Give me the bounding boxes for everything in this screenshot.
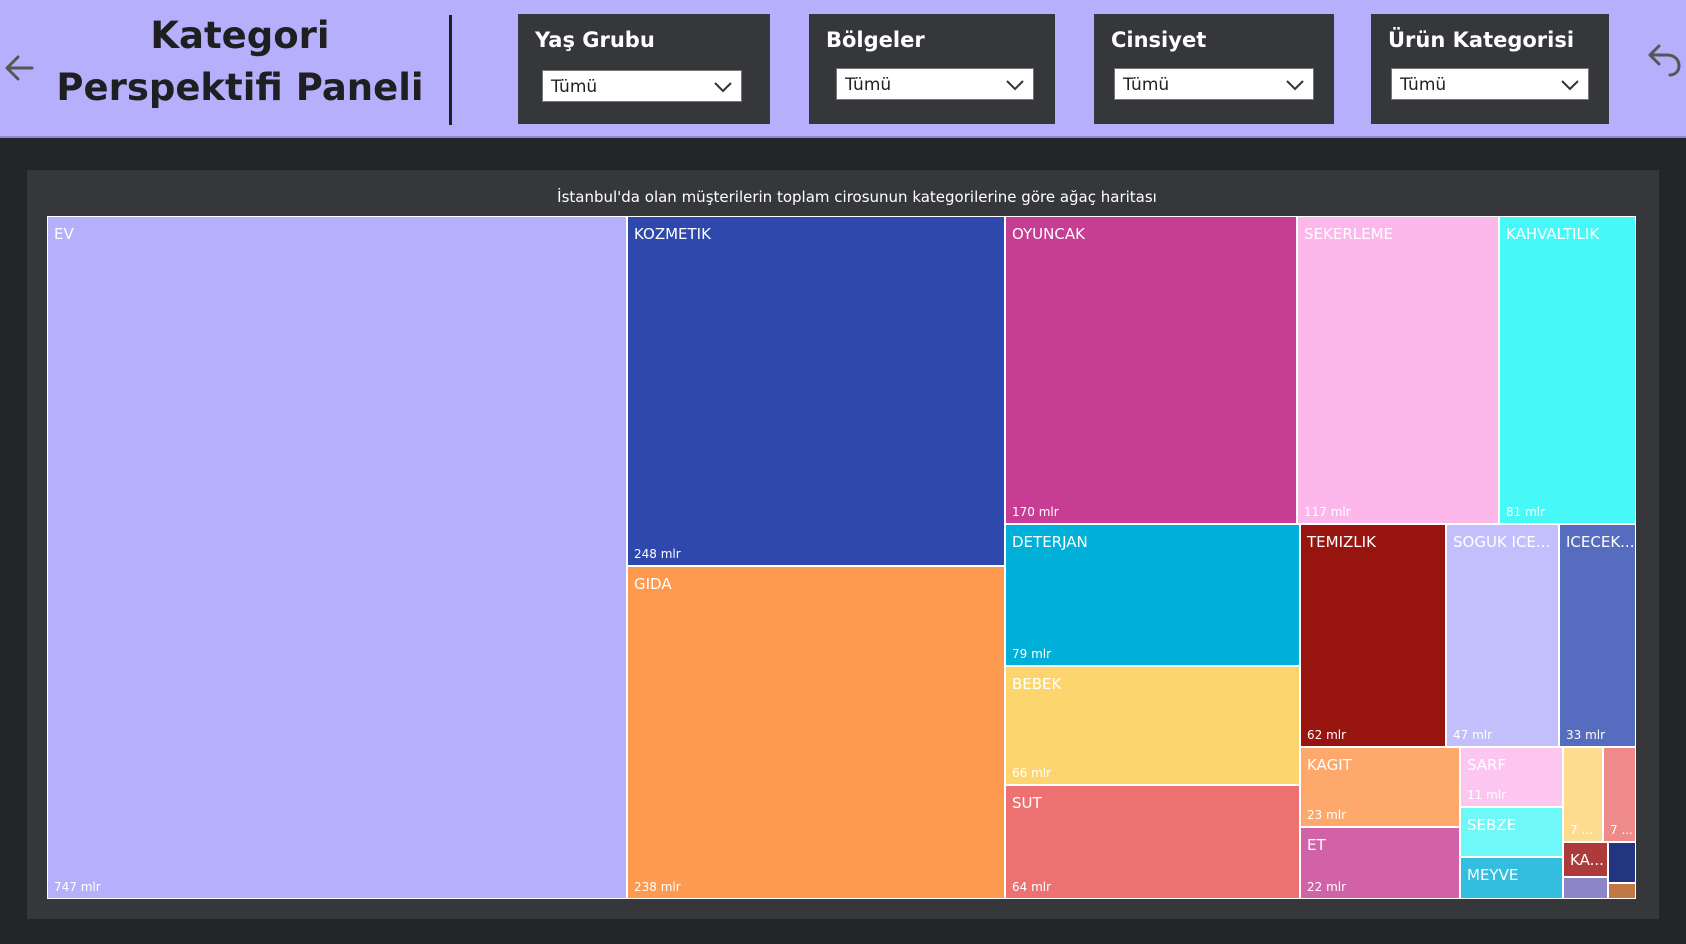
filter-age-group-value: Tümü: [551, 77, 598, 97]
filter-gender-value: Tümü: [1123, 75, 1170, 95]
filter-gender: Cinsiyet Tümü: [1094, 14, 1334, 124]
tile-label: SARF: [1467, 756, 1507, 774]
treemap-tile[interactable]: BEBEK 66 mlr: [1005, 666, 1300, 785]
tile-label: KA...: [1570, 851, 1604, 869]
chevron-down-icon: [1006, 80, 1024, 91]
treemap-tile[interactable]: [1608, 883, 1636, 899]
filter-age-group: Yaş Grubu Tümü: [518, 14, 770, 124]
tile-label: GIDA: [634, 575, 672, 593]
undo-button[interactable]: [1645, 40, 1683, 80]
filter-regions: Bölgeler Tümü: [809, 14, 1055, 124]
filter-product-category-label: Ürün Kategorisi: [1388, 28, 1575, 52]
tile-label: SEBZE: [1467, 816, 1517, 834]
treemap-tile[interactable]: GIDA 238 mlr: [627, 566, 1005, 899]
treemap-tile[interactable]: SARF 11 mlr: [1460, 747, 1563, 807]
tile-value-label: 747 mlr: [54, 880, 101, 894]
tile-value-label: 62 mlr: [1307, 728, 1347, 742]
filter-regions-value: Tümü: [845, 75, 892, 95]
page-title: Kategori Perspektifi Paneli: [56, 14, 424, 109]
chevron-down-icon: [1561, 80, 1579, 91]
tile-value-label: 64 mlr: [1012, 880, 1052, 894]
tile-value-label: 11 mlr: [1467, 788, 1507, 802]
treemap-tile[interactable]: KA...: [1563, 842, 1608, 877]
filter-age-group-select[interactable]: Tümü: [542, 70, 742, 102]
treemap-tile[interactable]: SUT 64 mlr: [1005, 785, 1300, 899]
tile-value-label: 248 mlr: [634, 547, 681, 561]
treemap-tile[interactable]: KAHVALTILIK 81 mlr: [1499, 216, 1636, 524]
tile-value-label: 22 mlr: [1307, 880, 1347, 894]
treemap-tile[interactable]: EV 747 mlr: [47, 216, 627, 899]
tile-label: MEYVE: [1467, 866, 1519, 884]
back-button[interactable]: [2, 48, 38, 88]
tile-value-label: 81 mlr: [1506, 505, 1546, 519]
treemap-tile[interactable]: MEYVE: [1460, 857, 1563, 899]
treemap-tile[interactable]: TEMIZLIK 62 mlr: [1300, 524, 1446, 747]
tile-label: SOGUK ICE...: [1453, 533, 1551, 551]
tile-label: ICECEK...: [1566, 533, 1635, 551]
tile-label: SEKERLEME: [1304, 225, 1393, 243]
chevron-down-icon: [714, 82, 732, 93]
filter-product-category-select[interactable]: Tümü: [1391, 68, 1589, 100]
tile-value-label: 23 mlr: [1307, 808, 1347, 822]
filter-regions-select[interactable]: Tümü: [836, 68, 1034, 100]
filter-product-category-value: Tümü: [1400, 75, 1447, 95]
treemap-tile[interactable]: KAGIT 23 mlr: [1300, 747, 1460, 827]
treemap-tile[interactable]: ET 22 mlr: [1300, 827, 1460, 899]
treemap-tile[interactable]: [1563, 877, 1608, 899]
tile-label: KAGIT: [1307, 756, 1352, 774]
filter-gender-label: Cinsiyet: [1111, 28, 1207, 52]
filter-age-group-label: Yaş Grubu: [535, 28, 655, 52]
tile-value-label: 47 mlr: [1453, 728, 1493, 742]
title-divider: [449, 15, 452, 125]
treemap-tile[interactable]: KOZMETIK 248 mlr: [627, 216, 1005, 566]
treemap-tile[interactable]: [1608, 842, 1636, 883]
arrow-left-icon: [5, 55, 34, 81]
tile-value-label: 79 mlr: [1012, 647, 1052, 661]
tile-value-label: 33 mlr: [1566, 728, 1606, 742]
tile-label: BEBEK: [1012, 675, 1062, 693]
tile-value-label: 170 mlr: [1012, 505, 1059, 519]
tile-label: TEMIZLIK: [1307, 533, 1376, 551]
undo-arrow-icon: [1648, 44, 1681, 77]
treemap-tile[interactable]: 7 ...: [1603, 747, 1636, 842]
treemap-chart: EV 747 mlr KOZMETIK 248 mlr GIDA 238 mlr OYUNC…: [47, 216, 1636, 899]
treemap-tile[interactable]: 7 ...: [1563, 747, 1603, 842]
tile-label: KAHVALTILIK: [1506, 225, 1600, 243]
tile-value-label: 7 ...: [1610, 823, 1633, 837]
treemap-tile[interactable]: OYUNCAK 170 mlr: [1005, 216, 1297, 524]
tile-label: SUT: [1012, 794, 1042, 812]
treemap-tile[interactable]: SEBZE: [1460, 807, 1563, 857]
treemap-tile[interactable]: DETERJAN 79 mlr: [1005, 524, 1300, 666]
treemap-tile[interactable]: ICECEK... 33 mlr: [1559, 524, 1636, 747]
chart-title: İstanbul'da olan müşterilerin toplam cir…: [557, 188, 1157, 206]
tile-value-label: 66 mlr: [1012, 766, 1052, 780]
chevron-down-icon: [1286, 80, 1304, 91]
filter-regions-label: Bölgeler: [826, 28, 925, 52]
tile-value-label: 7 ...: [1570, 823, 1593, 837]
treemap-tile[interactable]: SOGUK ICE... 47 mlr: [1446, 524, 1559, 747]
filter-product-category: Ürün Kategorisi Tümü: [1371, 14, 1609, 124]
filter-gender-select[interactable]: Tümü: [1114, 68, 1314, 100]
header-bar: Kategori Perspektifi Paneli Yaş Grubu Tü…: [0, 0, 1686, 138]
tile-label: ET: [1307, 836, 1326, 854]
tile-label: EV: [54, 225, 74, 243]
tile-value-label: 117 mlr: [1304, 505, 1351, 519]
tile-label: DETERJAN: [1012, 533, 1088, 551]
treemap-tile[interactable]: SEKERLEME 117 mlr: [1297, 216, 1499, 524]
tile-label: KOZMETIK: [634, 225, 711, 243]
tile-value-label: 238 mlr: [634, 880, 681, 894]
tile-label: OYUNCAK: [1012, 225, 1085, 243]
